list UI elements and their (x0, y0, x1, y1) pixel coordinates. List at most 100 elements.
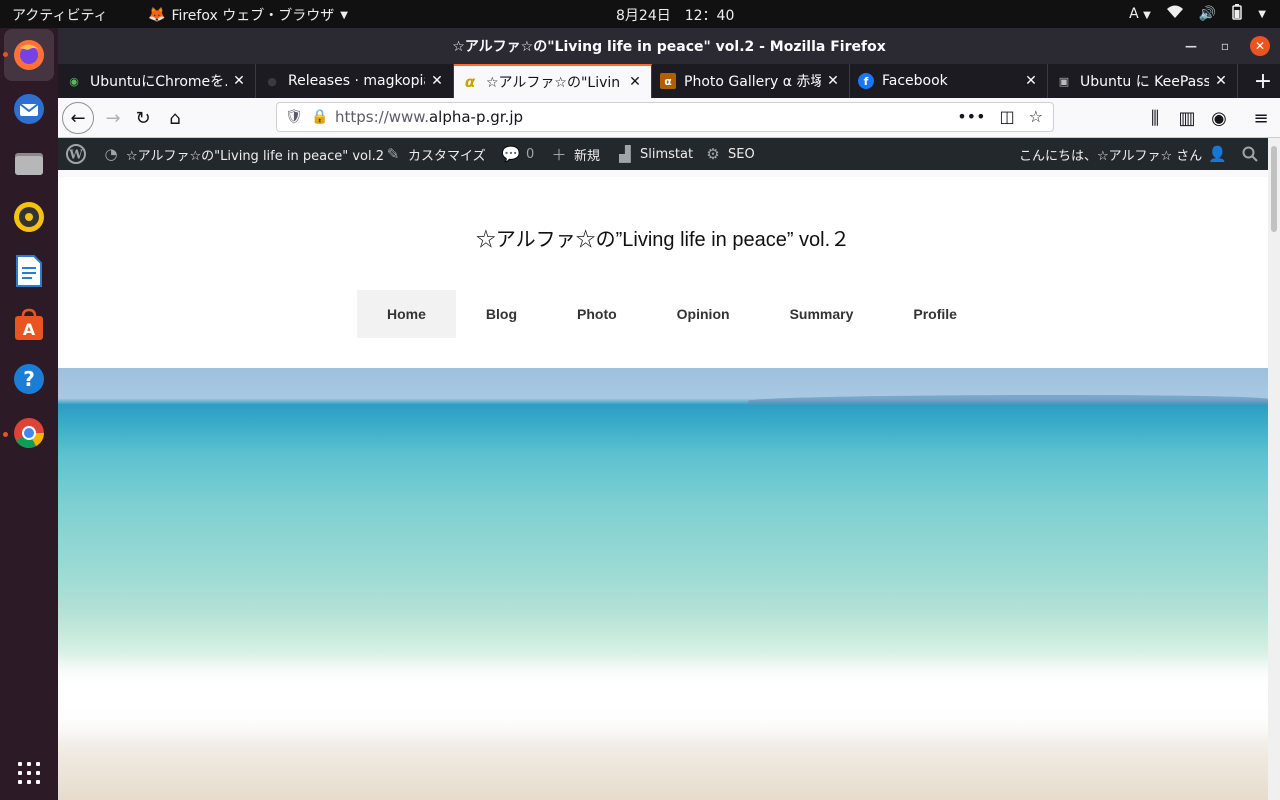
wp-site-name[interactable]: ◔ ☆アルファ☆の"Living life in peace" vol.2 (102, 138, 384, 170)
menu-item-opinion[interactable]: Opinion (647, 290, 760, 338)
menu-item-summary[interactable]: Summary (760, 290, 884, 338)
menu-item-blog[interactable]: Blog (456, 290, 547, 338)
facebook-icon: f (858, 73, 874, 89)
running-indicator (3, 52, 8, 57)
tab-title: Ubuntu に KeePassX (1080, 74, 1209, 90)
menu-item-home[interactable]: Home (357, 290, 456, 338)
clock[interactable]: 8月24日 12：40 (616, 5, 734, 25)
window-titlebar[interactable]: ☆アルファ☆の"Living life in peace" vol.2 - Mo… (58, 28, 1280, 64)
minimize-button[interactable]: — (1182, 39, 1200, 53)
wp-comments-count: 0 (526, 146, 535, 162)
new-tab-button[interactable]: + (1246, 64, 1280, 98)
close-tab-icon[interactable]: ✕ (231, 73, 247, 89)
url-text[interactable]: https://www.alpha-p.gr.jp (335, 108, 523, 126)
wp-search-icon[interactable] (1242, 138, 1258, 170)
paintbrush-icon: ✎ (386, 145, 400, 163)
site-title[interactable]: ☆アルファ☆の”Living life in peace” vol.２ (58, 223, 1268, 252)
sidebar-icon[interactable]: ▥ (1172, 103, 1202, 133)
show-apps-icon[interactable] (18, 762, 40, 784)
menu-item-photo[interactable]: Photo (547, 290, 647, 338)
wifi-icon[interactable] (1166, 5, 1183, 23)
tab-title: Photo Gallery α 赤塚 (684, 74, 821, 90)
system-tray[interactable]: A ▼ 🔊 ▼ (1129, 4, 1266, 24)
wp-new-label: 新規 (574, 148, 601, 164)
wp-slimstat[interactable]: ▟ Slimstat (616, 138, 693, 170)
wp-comments[interactable]: 💬 0 (501, 138, 535, 170)
tab[interactable]: ● Releases · magkopian ✕ (256, 64, 454, 98)
hamburger-menu-icon[interactable]: ≡ (1246, 103, 1276, 133)
tab-active[interactable]: α ☆アルファ☆の"Livin ✕ (454, 64, 652, 98)
tab[interactable]: ◉ UbuntuにChromeを… ✕ (58, 64, 256, 98)
close-tab-icon[interactable]: ✕ (1213, 73, 1229, 89)
activities-button[interactable]: アクティビティ (12, 5, 108, 25)
forward-button[interactable]: → (98, 103, 128, 133)
url-prefix: https://www. (335, 108, 429, 126)
reload-button[interactable]: ↻ (128, 103, 158, 133)
tracking-protection-shield-icon[interactable]: 🛡 (285, 109, 303, 125)
battery-icon[interactable] (1232, 4, 1243, 24)
close-tab-icon[interactable]: ✕ (825, 73, 841, 89)
chevron-down-icon: ▼ (1143, 10, 1151, 21)
url-domain: alpha-p.gr.jp (428, 108, 524, 126)
wp-my-account[interactable]: こんにちは、☆アルファ☆ さん 👤 (1019, 138, 1227, 170)
software-center-icon[interactable]: A (9, 305, 49, 345)
wave-foam (58, 653, 1268, 743)
chrome-icon[interactable] (9, 413, 49, 453)
tab[interactable]: α Photo Gallery α 赤塚 ✕ (652, 64, 850, 98)
input-method-indicator[interactable]: A ▼ (1129, 6, 1151, 22)
scrollbar-thumb[interactable] (1271, 146, 1277, 232)
bookmark-star-icon[interactable]: ☆ (1029, 107, 1043, 126)
files-icon[interactable] (9, 143, 49, 183)
tab-favicon-icon: ◉ (69, 74, 79, 88)
app-menu[interactable]: 🦊 Firefox ウェブ・ブラウザ ▼ (148, 5, 348, 25)
close-tab-icon[interactable]: ✕ (429, 73, 445, 89)
volume-icon[interactable]: 🔊 (1199, 6, 1216, 22)
tab-title: Facebook (882, 73, 948, 89)
main-menu: Home Blog Photo Opinion Summary Profile (357, 290, 987, 338)
navigation-toolbar: ← → ↻ ⌂ 🛡 🔒 https://www.alpha-p.gr.jp ••… (58, 98, 1280, 138)
tab[interactable]: f Facebook ✕ (850, 64, 1048, 98)
top-panel: アクティビティ 🦊 Firefox ウェブ・ブラウザ ▼ 8月24日 12：40… (0, 0, 1280, 28)
wp-customize[interactable]: ✎ カスタマイズ (384, 138, 486, 170)
wp-slimstat-label: Slimstat (640, 146, 694, 162)
svg-text:A: A (23, 320, 36, 339)
user-avatar-icon: 👤 (1207, 145, 1227, 163)
rhythmbox-icon[interactable] (9, 197, 49, 237)
distant-island (748, 395, 1268, 405)
wp-seo-label: SEO (728, 146, 755, 162)
wp-greeting: こんにちは、☆アルファ☆ さん (1019, 148, 1203, 164)
tab[interactable]: ▣ Ubuntu に KeePassX ✕ (1048, 64, 1238, 98)
hero-beach-image (58, 368, 1268, 800)
running-indicator (3, 432, 8, 437)
menu-item-profile[interactable]: Profile (883, 290, 987, 338)
maximize-button[interactable]: ▫ (1216, 39, 1234, 53)
wordpress-logo-icon[interactable]: W (66, 138, 86, 170)
app-menu-label: Firefox ウェブ・ブラウザ (171, 8, 335, 24)
lock-icon[interactable]: 🔒 (311, 109, 328, 125)
close-tab-icon[interactable]: ✕ (627, 74, 643, 90)
close-window-button[interactable]: ✕ (1250, 36, 1270, 56)
web-page: ☆アルファ☆の”Living life in peace” vol.２ Home… (58, 177, 1268, 800)
wp-new-content[interactable]: ＋ 新規 (550, 138, 600, 170)
libreoffice-writer-icon[interactable] (9, 251, 49, 291)
account-icon[interactable]: ◉ (1204, 103, 1234, 133)
home-button[interactable]: ⌂ (160, 103, 190, 133)
firefox-icon[interactable] (4, 29, 54, 81)
page-actions-icon[interactable]: ••• (957, 107, 985, 126)
thunderbird-icon[interactable] (9, 89, 49, 129)
wp-seo[interactable]: ⚙ SEO (704, 138, 755, 170)
pocket-icon[interactable]: ◫ (1000, 107, 1015, 126)
chart-icon: ▟ (619, 145, 631, 163)
close-tab-icon[interactable]: ✕ (1023, 73, 1039, 89)
help-icon[interactable]: ? (9, 359, 49, 399)
wp-site-name-label: ☆アルファ☆の"Living life in peace" vol.2 (126, 148, 384, 164)
wp-customize-label: カスタマイズ (408, 148, 486, 164)
system-menu-chevron-icon[interactable]: ▼ (1258, 9, 1266, 20)
library-icon[interactable]: ⫼ (1140, 103, 1170, 133)
back-button[interactable]: ← (62, 102, 94, 134)
page-scrollbar[interactable] (1268, 138, 1280, 800)
input-method-label: A (1129, 6, 1139, 22)
alpha-favicon-icon: α (660, 73, 676, 89)
comment-bubble-icon: 💬 (501, 145, 521, 163)
url-bar[interactable]: 🛡 🔒 https://www.alpha-p.gr.jp ••• ◫ ☆ (276, 102, 1054, 132)
